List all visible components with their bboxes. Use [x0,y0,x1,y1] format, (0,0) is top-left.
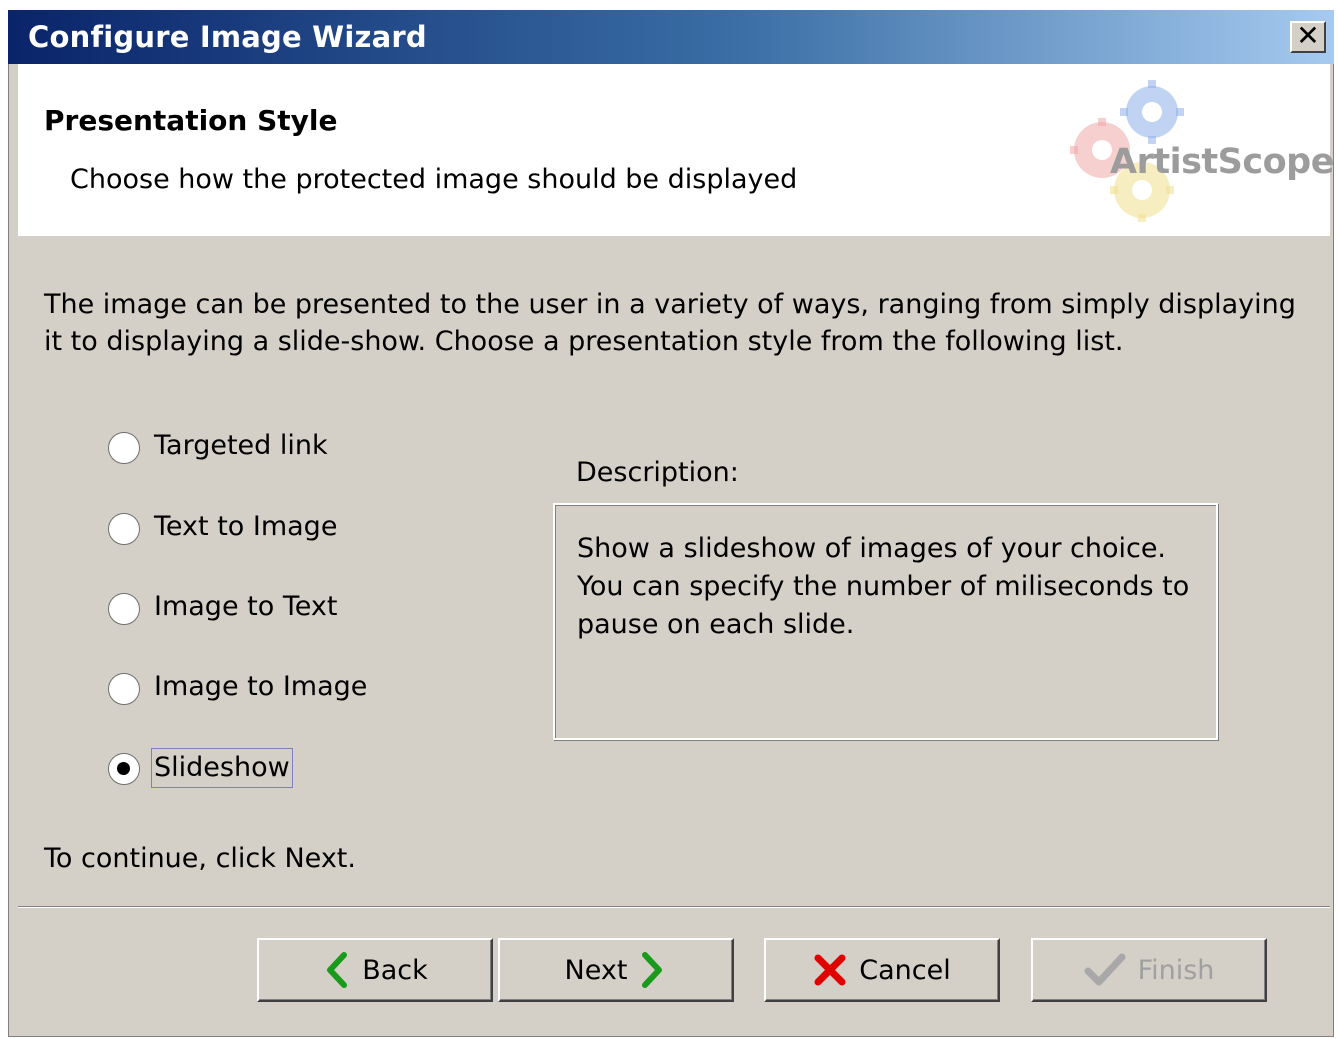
continue-hint: To continue, click Next. [44,843,356,874]
cancel-label: Cancel [859,954,951,986]
close-button[interactable]: ✕ [1290,21,1326,53]
chevron-left-icon [327,952,348,988]
option-label[interactable]: Targeted link [154,430,328,461]
finish-button[interactable]: Finish [1031,938,1267,1002]
description-text: Show a slideshow of images of your choic… [577,533,1190,640]
description-box: Show a slideshow of images of your choic… [553,503,1218,740]
intro-text: The image can be presented to the user i… [44,289,1296,357]
radio-button[interactable] [108,513,140,545]
window-title: Configure Image Wizard [28,20,427,54]
next-button[interactable]: Next [498,938,734,1002]
artistscope-logo: ArtistScope [1054,78,1334,228]
description-label: Description: [576,457,739,488]
red-x-icon [814,954,846,986]
page-subtitle: Choose how the protected image should be… [70,164,798,195]
cancel-button[interactable]: Cancel [764,938,1000,1002]
radio-button[interactable] [108,673,140,705]
back-label: Back [362,954,428,986]
radio-button[interactable] [108,432,140,464]
option-label[interactable]: Slideshow [151,748,293,788]
option-label[interactable]: Image to Text [154,591,337,622]
option-label[interactable]: Text to Image [154,511,337,542]
wizard-header: Presentation Style Choose how the protec… [18,64,1334,236]
finish-label: Finish [1137,954,1215,986]
divider [18,906,1330,908]
radio-button[interactable] [108,593,140,625]
next-label: Next [564,954,628,986]
chevron-right-icon [642,952,663,988]
radio-button-selected[interactable] [108,753,140,785]
back-button[interactable]: Back [257,938,493,1002]
checkmark-icon [1084,953,1126,986]
option-label[interactable]: Image to Image [154,671,367,702]
page-title: Presentation Style [44,104,338,137]
logo-text: ArtistScope [1110,142,1334,182]
title-bar[interactable]: Configure Image Wizard ✕ [8,10,1334,64]
